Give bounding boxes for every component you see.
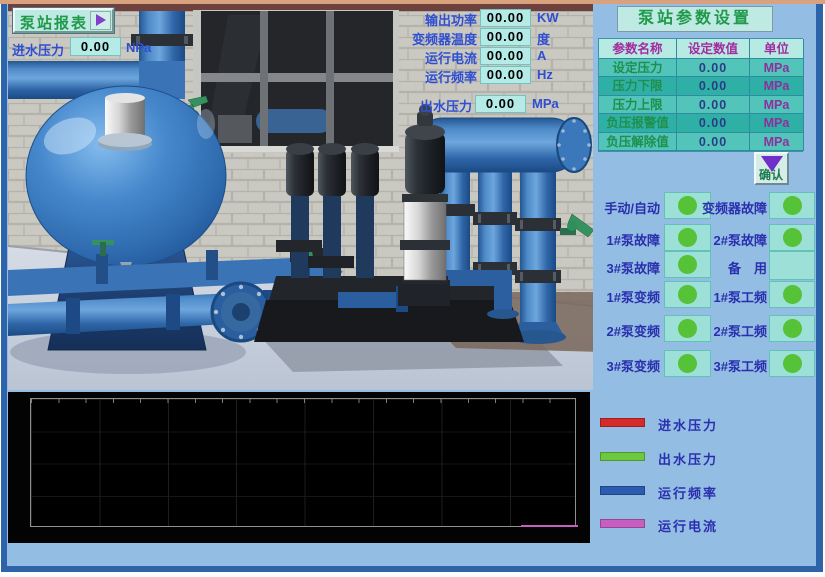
report-open-button[interactable] [90, 11, 111, 30]
legend-swatch-run-frequency [600, 486, 645, 495]
param-name: 设定压力 [599, 59, 677, 77]
trend-axis-ticks [31, 399, 575, 403]
readout-value: 00.00 [480, 28, 531, 46]
outlet-pressure-row: 出水压力 0.00 MPa [372, 95, 582, 114]
run-current-trace [521, 525, 578, 527]
window [193, 10, 399, 153]
param-unit: MPa [750, 59, 804, 77]
param-name: 压力下限 [599, 77, 677, 95]
legend-label: 运行频率 [658, 483, 718, 502]
status-label: 1#泵工频 [688, 287, 767, 306]
confirm-button[interactable]: 确认 [754, 152, 789, 185]
legend-item: 出水压力 [598, 449, 816, 465]
status-label: 2#泵故障 [688, 230, 767, 249]
settings-table: 参数名称 设定数值 单位 设定压力 0.00 MPa 压力下限 0.00 MPa… [598, 38, 803, 152]
param-value[interactable]: 0.00 [677, 96, 750, 114]
legend-item: 运行频率 [598, 483, 816, 499]
status-indicator-pump2-fault [769, 224, 815, 251]
param-value[interactable]: 0.00 [677, 133, 750, 151]
param-name: 压力上限 [599, 96, 677, 114]
status-label: 3#泵工频 [688, 356, 767, 375]
param-name: 负压解除值 [599, 133, 677, 151]
readout-unit: Hz [537, 67, 553, 82]
readout-label: 变频器温度 [412, 29, 477, 48]
trend-chart [8, 392, 590, 543]
play-icon [96, 14, 106, 26]
inlet-pressure-unit: NPa [126, 40, 151, 55]
legend-label: 运行电流 [658, 516, 718, 535]
readout-label: 运行电流 [425, 48, 477, 67]
param-unit: MPa [750, 77, 804, 95]
legend-swatch-outlet-pressure [600, 452, 645, 461]
status-indicator-pump3-mains [769, 350, 815, 377]
status-label: 3#泵故障 [560, 258, 660, 277]
settings-col-header: 参数名称 [599, 39, 677, 59]
status-label: 2#泵工频 [688, 321, 767, 340]
status-label: 1#泵变频 [560, 287, 660, 306]
readout-value: 00.00 [480, 66, 531, 84]
status-label: 手动/自动 [560, 198, 660, 217]
readout-value: 00.00 [480, 9, 531, 27]
status-indicator-pump1-mains [769, 281, 815, 308]
legend-label: 出水压力 [658, 449, 718, 468]
readout-output-power: 输出功率 00.00 KW [377, 9, 587, 28]
legend-item: 进水压力 [598, 415, 816, 431]
trend-plot-area [30, 398, 576, 527]
settings-col-header: 设定数值 [677, 39, 750, 59]
status-label: 2#泵变频 [560, 321, 660, 340]
legend-swatch-inlet-pressure [600, 418, 645, 427]
param-unit: MPa [750, 114, 804, 132]
legend-item: 运行电流 [598, 516, 816, 532]
settings-panel-title: 泵站参数设置 [617, 6, 773, 32]
inlet-pressure-row: 进水压力 0.00 NPa [12, 37, 182, 57]
pump-station-hmi: 泵站报表 进水压力 0.00 NPa 输出功率 00.00 KW 变频器温度 0… [0, 0, 825, 577]
readout-unit: KW [537, 10, 559, 25]
status-label: 3#泵变频 [560, 356, 660, 375]
outlet-pressure-label: 出水压力 [420, 96, 472, 115]
inlet-pressure-label: 进水压力 [12, 40, 64, 59]
param-unit: MPa [750, 96, 804, 114]
readout-run-frequency: 运行频率 00.00 Hz [377, 66, 587, 85]
readout-run-current: 运行电流 00.00 A [377, 47, 587, 66]
status-label: 备 用 [688, 258, 767, 277]
readout-value: 00.00 [480, 47, 531, 65]
status-label: 变频器故障 [688, 198, 767, 217]
readout-inverter-temp: 变频器温度 00.00 度 [377, 28, 587, 47]
param-unit: MPa [750, 133, 804, 151]
report-button-label: 泵站报表 [20, 12, 88, 33]
report-button[interactable]: 泵站报表 [13, 8, 114, 33]
legend-label: 进水压力 [658, 415, 718, 434]
status-label: 1#泵故障 [560, 230, 660, 249]
confirm-button-label: 确认 [759, 166, 783, 183]
param-value[interactable]: 0.00 [677, 77, 750, 95]
status-indicator-pump2-mains [769, 315, 815, 342]
status-indicator-vfd-fault [769, 192, 815, 219]
readout-label: 运行频率 [425, 67, 477, 86]
inlet-pressure-value: 0.00 [70, 37, 121, 56]
outlet-pressure-value: 0.00 [475, 95, 526, 113]
readout-unit: 度 [537, 29, 550, 48]
param-value[interactable]: 0.00 [677, 59, 750, 77]
status-indicator-spare [769, 251, 815, 280]
param-value[interactable]: 0.00 [677, 114, 750, 132]
legend-swatch-run-current [600, 519, 645, 528]
readout-unit: A [537, 48, 546, 63]
readout-label: 输出功率 [425, 10, 477, 29]
outlet-pressure-unit: MPa [532, 96, 559, 111]
param-name: 负压报警值 [599, 114, 677, 132]
settings-col-header: 单位 [750, 39, 804, 59]
